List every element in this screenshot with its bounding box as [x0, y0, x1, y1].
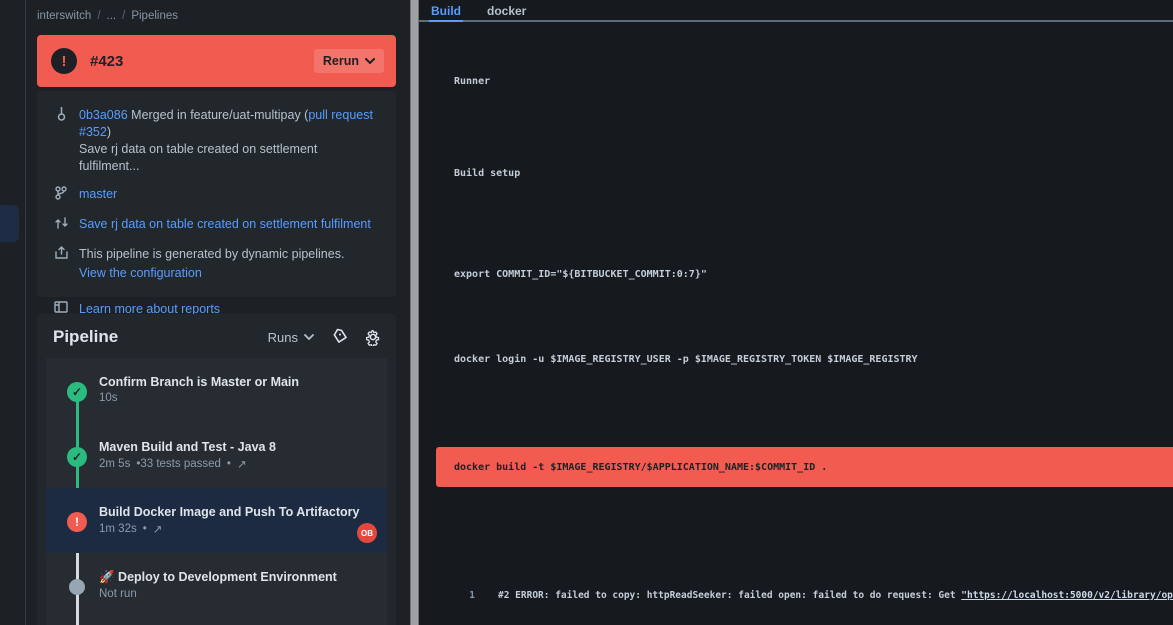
pipeline-card: Pipeline Runs ✓ Confirm Branch is Master…	[37, 314, 396, 625]
left-nav-rail	[0, 0, 26, 625]
breadcrumb-separator: /	[122, 10, 125, 22]
step-build-docker[interactable]: ! Build Docker Image and Push To Artifac…	[46, 488, 387, 553]
runs-label: Runs	[268, 330, 298, 345]
not-run-icon	[69, 579, 85, 595]
external-link-icon: ↗	[237, 457, 247, 471]
upload-icon	[53, 246, 69, 265]
bullet: •	[143, 523, 147, 535]
step-status: Not run	[99, 588, 137, 600]
log-link[interactable]: "https://localhost:5000/v2/library/openj…	[961, 590, 1173, 601]
tab-build[interactable]: Build	[429, 0, 463, 22]
failed-command-text: docker build -t $IMAGE_REGISTRY/$APPLICA…	[436, 462, 827, 473]
step-confirm-branch[interactable]: ✓ Confirm Branch is Master or Main 10s	[46, 358, 387, 423]
step-name: Confirm Branch is Master or Main	[99, 375, 299, 389]
log-command-export[interactable]: export COMMIT_ID="${BITBUCKET_COMMIT:0:7…	[419, 269, 1173, 280]
pull-request-row: Save rj data on table created on settlem…	[53, 216, 380, 235]
breadcrumb: interswitch / ... / Pipelines	[37, 10, 396, 22]
tag-icon	[330, 328, 348, 346]
pipeline-header: Pipeline Runs	[37, 314, 396, 358]
steps-list: ✓ Confirm Branch is Master or Main 10s ✓…	[46, 358, 387, 625]
settings-button[interactable]	[364, 328, 382, 346]
log-section-build-setup[interactable]: Build setup	[419, 168, 1173, 179]
commit-icon	[53, 107, 69, 127]
line-number: 1	[419, 587, 475, 605]
step-user-badge: OB	[357, 523, 377, 543]
branch-icon	[53, 186, 69, 205]
step-duration: 1m 32s	[99, 523, 137, 535]
commit-hash-link[interactable]: 0b3a086	[79, 108, 128, 122]
external-link-icon: ↗	[153, 522, 163, 536]
log-command-docker-login[interactable]: docker login -u $IMAGE_REGISTRY_USER -p …	[419, 354, 1173, 365]
log-failed-command[interactable]: docker build -t $IMAGE_REGISTRY/$APPLICA…	[436, 447, 1173, 487]
chevron-down-icon	[365, 58, 375, 65]
branch-row: master	[53, 186, 380, 205]
log-body: Runner Build setup export COMMIT_ID="${B…	[419, 22, 1173, 625]
breadcrumb-ellipsis[interactable]: ...	[107, 10, 117, 22]
log-panel: Build docker Runner Build setup export C…	[419, 0, 1173, 625]
pull-request-title-link[interactable]: Save rj data on table created on settlem…	[79, 216, 371, 233]
view-configuration-link[interactable]: View the configuration	[79, 265, 344, 282]
breadcrumb-pipelines[interactable]: Pipelines	[131, 10, 178, 22]
rerun-label: Rerun	[323, 54, 359, 68]
step-name: 🚀 Deploy to Development Environment	[99, 570, 337, 585]
pipeline-title: Pipeline	[53, 327, 118, 347]
rerun-button[interactable]: Rerun	[314, 49, 384, 73]
commit-message: Merged in feature/uat-multipay (	[131, 108, 308, 122]
bullet: •	[227, 458, 231, 470]
dynamic-pipeline-row: This pipeline is generated by dynamic pi…	[53, 246, 380, 282]
success-check-icon: ✓	[67, 447, 87, 467]
step-duration: 2m 5s	[99, 458, 130, 470]
runs-dropdown[interactable]: Runs	[268, 330, 314, 345]
commit-subtitle: Save rj data on table created on settlem…	[79, 141, 380, 175]
dynamic-pipeline-note: This pipeline is generated by dynamic pi…	[79, 247, 344, 261]
commit-message-close: )	[107, 125, 111, 139]
panel-scrollbar[interactable]	[410, 0, 419, 625]
step-name: Maven Build and Test - Java 8	[99, 440, 276, 454]
breadcrumb-separator: /	[97, 10, 100, 22]
breadcrumb-workspace[interactable]: interswitch	[37, 10, 91, 22]
chevron-down-icon	[304, 334, 314, 341]
failed-icon: !	[67, 512, 87, 532]
step-tests-passed: •33 tests passed	[136, 458, 221, 470]
failed-build-banner: ! #423 Rerun	[37, 35, 396, 87]
step-duration: 10s	[99, 392, 118, 404]
log-text: #2 ERROR: failed to copy: httpReadSeeker…	[498, 590, 961, 601]
branch-link[interactable]: master	[79, 186, 117, 203]
error-icon: !	[51, 48, 77, 74]
log-section-runner[interactable]: Runner	[419, 76, 1173, 87]
build-summary-card: 0b3a086 Merged in feature/uat-multipay (…	[37, 91, 396, 297]
success-check-icon: ✓	[67, 382, 87, 402]
commit-row: 0b3a086 Merged in feature/uat-multipay (…	[53, 107, 380, 175]
step-maven-build[interactable]: ✓ Maven Build and Test - Java 8 2m 5s •3…	[46, 423, 387, 488]
step-deploy-dev[interactable]: 🚀 Deploy to Development Environment Not …	[46, 553, 387, 618]
pipeline-sidebar: interswitch / ... / Pipelines ! #423 Rer…	[26, 0, 410, 625]
log-tabs: Build docker	[419, 0, 1173, 22]
pull-request-icon	[53, 216, 69, 235]
error-log-lines: 1 #2 ERROR: failed to copy: httpReadSeeke…	[419, 549, 1173, 625]
build-number: #423	[90, 53, 123, 70]
gear-icon	[364, 328, 382, 346]
step-name: Build Docker Image and Push To Artifacto…	[99, 505, 359, 519]
log-line: 1 #2 ERROR: failed to copy: httpReadSeeke…	[419, 587, 1173, 605]
nav-selected-item[interactable]	[0, 205, 19, 242]
tab-docker[interactable]: docker	[485, 0, 528, 22]
label-tag-button[interactable]	[330, 328, 348, 346]
